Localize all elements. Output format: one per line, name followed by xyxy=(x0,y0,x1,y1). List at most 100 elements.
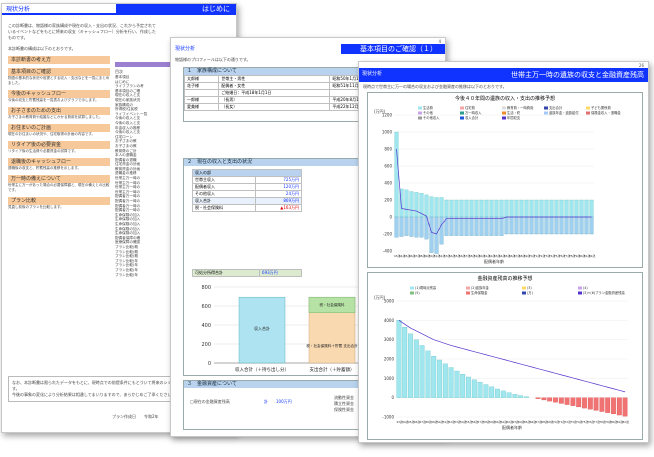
income-label: その他収入 xyxy=(191,190,257,198)
income-bar xyxy=(519,199,524,218)
family-cell: 配偶者・女性 xyxy=(218,82,331,90)
asset-bar xyxy=(605,397,611,413)
asset-bar xyxy=(489,386,495,398)
expense-bar xyxy=(574,216,579,235)
x-category-label: 収入合計（＋持ち出し分） xyxy=(235,366,289,373)
expense-bar xyxy=(489,216,494,236)
asset-bar xyxy=(622,397,628,417)
page3-intro: 現時点で世帯主に万一の場合の収支および金融資産の推移は以下のとおりです。 xyxy=(363,84,507,89)
page1-intro: この診断書は、物語様の家族構成や現在の収入・支出の状況、これから予定されているイ… xyxy=(8,23,156,40)
asset-bar xyxy=(448,367,454,398)
expense-bar xyxy=(589,216,594,235)
chart1-title: 今後４０年間の遺族の収入・支出の推移予想 xyxy=(454,96,555,102)
asset-bar xyxy=(518,395,524,398)
expense-bar xyxy=(534,216,539,235)
income-bar xyxy=(529,199,534,218)
asset-bar xyxy=(402,326,408,398)
asset-bar xyxy=(442,363,448,398)
y-tick-label: 0 xyxy=(391,395,394,400)
asset-bar xyxy=(558,397,564,404)
y-axis-label: (万円) xyxy=(374,109,386,114)
asset-bar xyxy=(611,397,616,415)
section-description: お子さまの教育費や結婚などにかかる費用を試算しました。 xyxy=(8,115,103,119)
page1-planner: プラン作成日 令和2年 xyxy=(112,414,159,419)
family-cell: ご結婚日：平成18年1月1日 xyxy=(218,89,331,97)
chart2-frame: 金融資産残高の推移予想 5000 4000 3000 2000 1000 0 -1000 (万… xyxy=(367,272,643,440)
asset-bar xyxy=(408,333,413,398)
asset-bar xyxy=(553,397,558,403)
section-heading: お住まいのご計画 xyxy=(8,124,110,132)
assets-item: 保険性資金 xyxy=(334,407,354,412)
y-tick-label: 3000 xyxy=(384,337,395,342)
expense-bar xyxy=(484,216,489,236)
family-cell: 世帯主・男性 xyxy=(218,75,331,83)
asset-bar xyxy=(616,397,622,416)
section-heading: 万一時の備えについて xyxy=(8,175,110,183)
income-bar xyxy=(574,199,579,218)
y-tick-label: 800 xyxy=(201,285,211,291)
income-bar xyxy=(564,199,569,218)
y-tick-label: 2000 xyxy=(384,357,395,362)
legend-label: 教育費・一時費用 xyxy=(507,105,533,110)
income-bar xyxy=(494,199,499,218)
income-row: 収入合計 869万円 xyxy=(191,197,302,205)
asset-bar xyxy=(547,397,553,402)
legend-swatch xyxy=(460,106,464,110)
legend-label: (3) xyxy=(527,286,532,290)
y-tick-label: 200 xyxy=(201,342,211,348)
income-value: 869万円 xyxy=(255,197,302,205)
legend-swatch xyxy=(502,111,506,115)
expense-bar xyxy=(469,216,474,236)
expense-bar xyxy=(479,216,484,236)
page2-tag: 現状分析 xyxy=(175,46,196,52)
page-survivor-analysis: 26 現状分析 世帯主万一時の遺族の収支と金融資産残高 現時点で世帯主に万一の場… xyxy=(358,61,649,443)
income-bar xyxy=(479,199,484,218)
section-description: リタイア後の生活費や必要資金の試算です。 xyxy=(8,149,78,153)
income-bar xyxy=(509,199,514,218)
expense-bar xyxy=(499,216,504,236)
bar-income-label: 収入合計 xyxy=(254,325,270,331)
y-tick-label: 0 xyxy=(389,215,392,220)
section-heading: プラン比較 xyxy=(8,197,110,205)
income-bar xyxy=(534,199,539,218)
assets-note: □現在の金融資産残高 xyxy=(190,399,230,404)
legend-swatch xyxy=(410,286,414,290)
x-axis-label: 配偶者年齢 xyxy=(502,424,522,430)
income-value: 120万円 xyxy=(255,183,302,191)
x-tick-label: 82歳 xyxy=(589,254,596,258)
bar-expense-label: 税・社会保険料＋貯蓄 支出合計 xyxy=(306,343,358,348)
legend-swatch xyxy=(410,291,414,295)
section-heading: お子さまのための支出 xyxy=(8,107,110,115)
section-description: 見直し前後のプランを比較します。 xyxy=(8,205,64,209)
expense-bar xyxy=(559,216,564,235)
section-description: 現在のお住まいの状況や、住宅取得の計画の内容です。 xyxy=(8,132,96,136)
y-tick-label: 0 xyxy=(208,361,211,367)
x-axis-label: 配偶者年齢 xyxy=(484,258,504,264)
assets-total: 計 100万円 xyxy=(264,399,292,404)
legend-label: 万一時収入 xyxy=(465,110,482,115)
y-tick-label: 600 xyxy=(384,164,392,169)
asset-bar xyxy=(506,392,512,398)
y-tick-label: 4000 xyxy=(384,318,395,323)
x-tick-label: 82歳 xyxy=(623,420,630,424)
legend-label: 生活・終 xyxy=(507,110,521,115)
family-cell: 愛美様 xyxy=(183,103,220,111)
income-bar xyxy=(429,196,434,218)
income-row: その他収入 24万円 xyxy=(191,190,302,198)
family-cell: （長女） xyxy=(218,103,331,111)
income-header-row: 収入の部 xyxy=(192,169,302,177)
income-label: 税・社会保険料 xyxy=(191,204,257,212)
legend-swatch xyxy=(466,286,470,290)
income-bar xyxy=(504,199,509,218)
asset-bar xyxy=(466,376,471,398)
asset-bar xyxy=(593,397,599,411)
y-tick-label: 800 xyxy=(384,147,392,152)
legend-swatch xyxy=(578,291,582,295)
income-bar xyxy=(554,199,559,218)
chart1-frame: 今後４０年間の遺族の収入・支出の推移予想 1200 1000 800 600 400 20… xyxy=(367,92,643,268)
income-bar xyxy=(459,199,464,218)
page1-header: 現状分析 はじめに xyxy=(2,4,236,15)
asset-bar xyxy=(471,379,477,398)
asset-bar xyxy=(419,345,425,398)
expense-bar xyxy=(539,216,544,235)
